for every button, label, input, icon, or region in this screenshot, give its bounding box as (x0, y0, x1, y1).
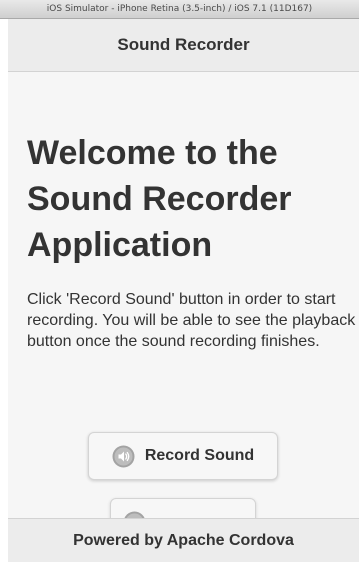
record-sound-label: Record Sound (144, 447, 255, 464)
welcome-heading: Welcome to the Sound Recorder Applicatio… (27, 134, 292, 264)
simulator-window: iOS Simulator - iPhone Retina (3.5-inch)… (0, 0, 359, 562)
window-edge (0, 19, 8, 562)
playback-button[interactable] (110, 498, 256, 518)
simulator-title-bar: iOS Simulator - iPhone Retina (3.5-inch)… (0, 0, 359, 19)
microphone-icon (112, 445, 135, 468)
record-sound-button[interactable]: Record Sound (88, 432, 278, 480)
header-title: Sound Recorder (117, 35, 250, 54)
play-icon (123, 511, 146, 518)
instructions-text: Click 'Record Sound' button in order to … (27, 291, 356, 350)
app-footer: Powered by Apache Cordova (8, 518, 359, 562)
app-header: Sound Recorder (8, 19, 359, 72)
footer-text: Powered by Apache Cordova (73, 532, 294, 549)
main-content[interactable]: Welcome to the Sound Recorder Applicatio… (8, 72, 359, 518)
